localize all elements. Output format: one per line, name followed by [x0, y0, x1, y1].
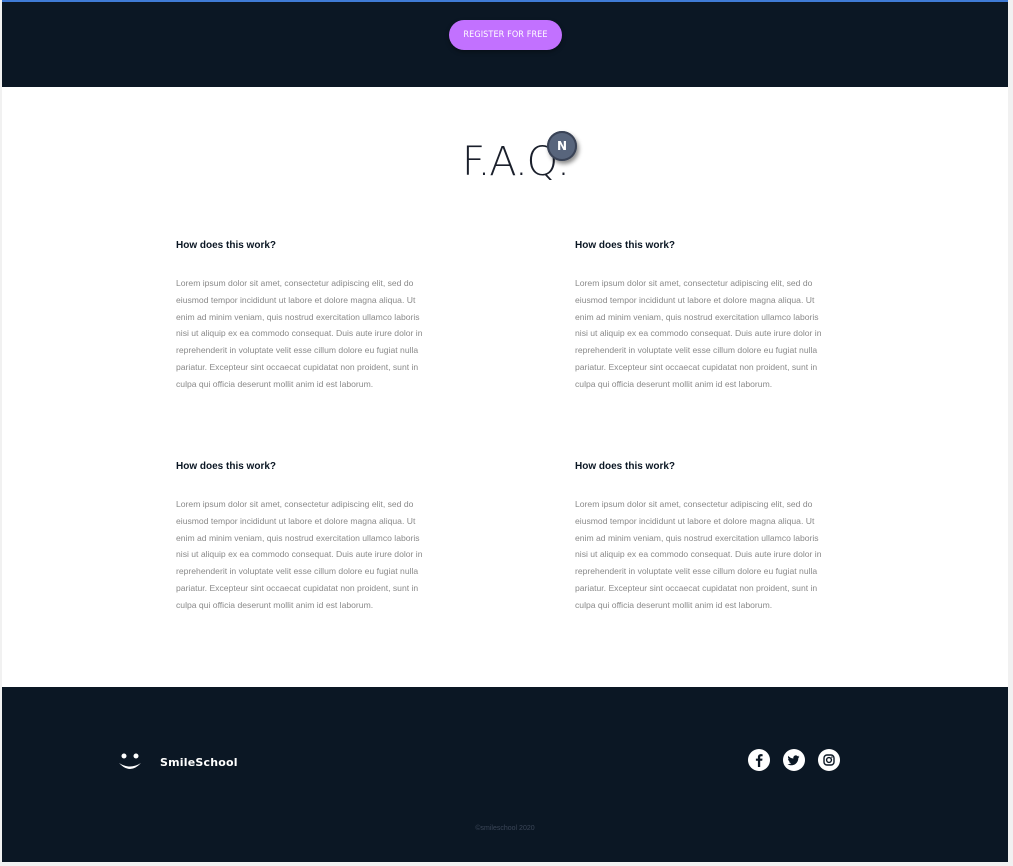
faq-question: How does this work? — [176, 240, 277, 251]
smile-logo-icon — [119, 753, 141, 769]
faq-item: How does this work? Lorem ipsum dolor si… — [176, 461, 424, 614]
faq-question: How does this work? — [176, 461, 277, 472]
faq-answer: Lorem ipsum dolor sit amet, consectetur … — [575, 499, 822, 610]
notification-badge[interactable]: N — [547, 131, 577, 161]
instagram-icon[interactable] — [818, 749, 840, 771]
twitter-icon[interactable] — [783, 749, 805, 771]
facebook-icon[interactable] — [748, 749, 770, 771]
register-button[interactable]: Register for free — [449, 20, 562, 50]
faq-answer: Lorem ipsum dolor sit amet, consectetur … — [176, 499, 423, 610]
copyright-text: ©smileschool 2020 — [475, 825, 535, 832]
header-bar: Register for free — [2, 0, 1008, 87]
faq-item: How does this work? Lorem ipsum dolor si… — [575, 461, 823, 614]
faq-answer: Lorem ipsum dolor sit amet, consectetur … — [176, 278, 423, 389]
faq-answer: Lorem ipsum dolor sit amet, consectetur … — [575, 278, 822, 389]
header-accent-line — [2, 0, 1008, 2]
footer-logo[interactable]: SmileSchool — [116, 751, 238, 773]
faq-question: How does this work? — [575, 461, 676, 472]
faq-question: How does this work? — [575, 240, 676, 251]
brand-name: SmileSchool — [160, 755, 238, 769]
page-frame: Register for free F.A.Q. N How does this… — [2, 0, 1008, 862]
footer — [2, 687, 1008, 862]
faq-item: How does this work? Lorem ipsum dolor si… — [575, 240, 823, 393]
faq-item: How does this work? Lorem ipsum dolor si… — [176, 240, 424, 393]
